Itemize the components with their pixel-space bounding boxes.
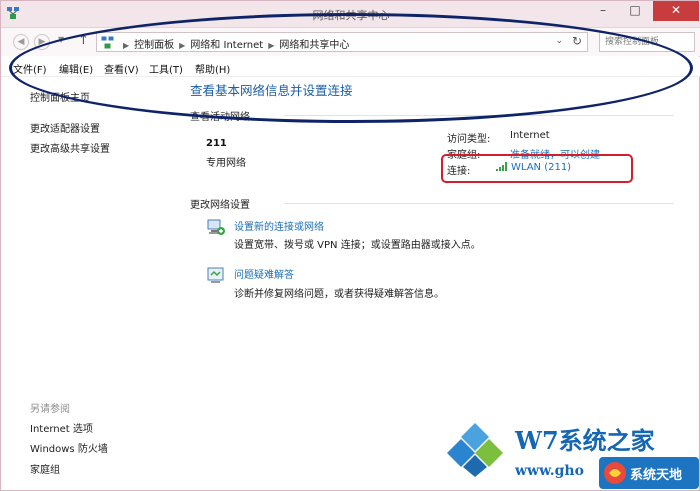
watermark-badge: 系统天地 xyxy=(599,457,699,489)
window-frame: 网络和共享中心 – □ ✕ ◀ ▶ ▼ ↑ ▶ 控制面板 ▶ 网络和 Internet… xyxy=(0,0,700,491)
minimize-button[interactable]: – xyxy=(589,1,617,21)
badge-logo-icon xyxy=(604,462,626,484)
see-also-internet-options[interactable]: Internet 选项 xyxy=(30,420,93,435)
watermark-url: www.gho xyxy=(515,463,584,479)
troubleshoot-icon xyxy=(207,267,224,283)
setup-new-connection-description: 设置宽带、拨号或 VPN 连接；或设置路由器或接入点。 xyxy=(234,240,481,251)
maximize-button[interactable]: □ xyxy=(621,1,649,21)
troubleshoot-description: 诊断并修复网络问题，或者获得疑难解答信息。 xyxy=(234,289,444,300)
see-also-windows-firewall[interactable]: Windows 防火墙 xyxy=(30,440,108,455)
arrow-left-icon: ◀ xyxy=(17,37,25,47)
troubleshoot-link[interactable]: 问题疑难解答 xyxy=(234,266,294,281)
network-name: 211 xyxy=(206,138,227,149)
new-connection-icon xyxy=(207,219,225,235)
watermark-badge-text: 系统天地 xyxy=(630,468,683,483)
back-button[interactable]: ◀ xyxy=(13,34,29,50)
annotation-highlight-box xyxy=(441,154,633,183)
sidebar-item-change-adapter-settings[interactable]: 更改适配器设置 xyxy=(30,120,100,135)
annotation-oval xyxy=(9,13,693,123)
network-type: 专用网络 xyxy=(206,158,246,169)
close-button[interactable]: ✕ xyxy=(653,1,699,21)
windows-logo-icon xyxy=(447,423,503,477)
watermark-title: W7系统之家 xyxy=(515,426,655,455)
sidebar-item-change-advanced-sharing[interactable]: 更改高级共享设置 xyxy=(30,140,110,155)
divider xyxy=(284,203,674,204)
access-type-label: 访问类型: xyxy=(447,134,491,145)
setup-new-connection-link[interactable]: 设置新的连接或网络 xyxy=(234,218,324,233)
access-type-value: Internet xyxy=(510,130,550,141)
see-also-homegroup[interactable]: 家庭组 xyxy=(30,461,60,476)
see-also-heading: 另请参阅 xyxy=(30,404,70,415)
change-settings-heading: 更改网络设置 xyxy=(190,200,250,211)
watermark: W7系统之家 www.gho 系统天地 xyxy=(443,417,700,491)
